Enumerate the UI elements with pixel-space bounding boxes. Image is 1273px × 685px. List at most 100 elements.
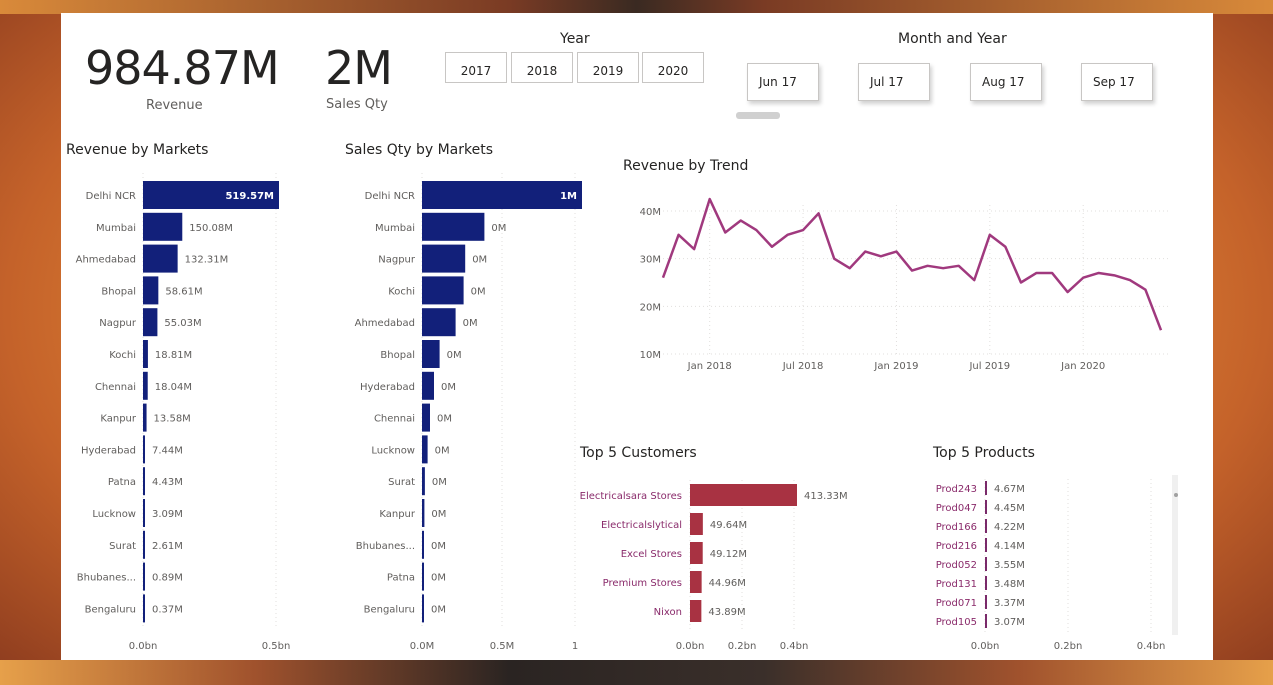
customer-bar-excel-stores [690,542,703,564]
bar-hyderabad [143,435,145,464]
customer-bar-electricalslytical [690,513,703,535]
customer-label-excel-stores: Excel Stores [621,549,682,560]
category-label-patna: Patna [108,477,136,488]
product-bar-prod071 [985,595,987,609]
data-label-kanpur: 13.58M [154,414,191,425]
bar-surat [143,530,145,559]
x-tick-0-0bn: 0.0bn [129,641,158,652]
customer-value-electricalslytical: 49.64M [710,520,747,531]
background-bottom [0,660,1273,685]
product-bar-prod243 [985,481,987,495]
category-label-chennai: Chennai [374,414,415,425]
x-tick-0-5m: 0.5M [490,641,515,652]
month-slicer-scrollbar[interactable] [736,112,780,119]
x-tick-1: 1 [572,641,578,652]
category-label-mumbai: Mumbai [96,223,136,234]
customer-bar-premium-stores [690,571,702,593]
x-tick-jan-2018: Jan 2018 [687,361,732,372]
year-option-2017[interactable]: 2017 [445,52,507,83]
data-label-chennai: 0M [437,414,452,425]
product-bar-prod047 [985,500,987,514]
bar-bengaluru [143,594,145,623]
top-products-title: Top 5 Products [933,445,1035,461]
product-value-prod071: 3.37M [994,598,1025,609]
year-option-2018[interactable]: 2018 [511,52,573,83]
year-option-2019[interactable]: 2019 [577,52,639,83]
customer-label-electricalslytical: Electricalslytical [601,520,682,531]
x-tick-0-0bn: 0.0bn [971,641,1000,652]
data-label-bengaluru: 0.37M [152,604,183,615]
bar-ahmedabad [143,244,178,273]
data-label-mumbai: 150.08M [189,223,233,234]
x-tick-jan-2020: Jan 2020 [1060,361,1105,372]
product-value-prod216: 4.14M [994,541,1025,552]
bar-kanpur [143,403,147,432]
y-tick-20m: 20M [640,302,661,313]
category-label-delhi-ncr: Delhi NCR [365,191,415,202]
data-label-bhubanes: 0M [431,541,446,552]
data-label-ahmedabad: 0M [463,318,478,329]
products-scrollbar[interactable] [1172,475,1178,635]
bar-surat [422,467,425,496]
revenue-kpi-value: 984.87M [85,41,280,95]
data-label-bhopal: 0M [447,350,462,361]
data-label-bhopal: 58.61M [165,286,202,297]
customer-value-excel-stores: 49.12M [710,549,747,560]
bar-patna [143,467,145,496]
data-label-lucknow: 0M [435,445,450,456]
month-option-sep-17[interactable]: Sep 17 [1081,63,1153,101]
product-value-prod047: 4.45M [994,503,1025,514]
data-label-nagpur: 0M [472,255,487,266]
category-label-lucknow: Lucknow [92,509,136,520]
bar-mumbai [143,212,183,241]
bar-chennai [143,371,148,400]
category-label-nagpur: Nagpur [378,255,416,266]
customer-value-nixon: 43.89M [708,607,745,618]
customer-label-premium-stores: Premium Stores [603,578,682,589]
x-tick-jul-2018: Jul 2018 [782,361,824,372]
bar-kochi [422,276,464,305]
year-slicer-title: Year [560,31,590,47]
category-label-surat: Surat [109,541,136,552]
product-bar-prod105 [985,614,987,628]
data-label-hyderabad: 7.44M [152,445,183,456]
category-label-ahmedabad: Ahmedabad [355,318,415,329]
month-option-jul-17[interactable]: Jul 17 [858,63,930,101]
bar-bhopal [422,340,440,368]
bar-nagpur [422,244,466,273]
month-slicer-title: Month and Year [898,31,1007,47]
product-label-prod243: Prod243 [936,484,977,495]
category-label-kochi: Kochi [109,350,136,361]
x-tick-jan-2019: Jan 2019 [873,361,918,372]
category-label-bengaluru: Bengaluru [85,604,136,615]
sales-qty-kpi-value: 2M [325,41,393,95]
revenue-by-trend-chart: 10M 20M 30M 40M Jan 2018 Jul 2018 Jan 2019 Jul … [640,197,1169,372]
product-bar-prod131 [985,576,987,590]
data-label-chennai: 18.04M [155,382,192,393]
x-tick-0-4bn: 0.4bn [1137,641,1166,652]
year-option-2020[interactable]: 2020 [642,52,704,83]
category-label-ahmedabad: Ahmedabad [76,255,136,266]
product-label-prod071: Prod071 [936,598,977,609]
product-label-prod216: Prod216 [936,541,977,552]
products-scroll-thumb[interactable] [1174,493,1178,497]
category-label-hyderabad: Hyderabad [81,445,136,456]
month-option-jun-17[interactable]: Jun 17 [747,63,819,101]
bar-bhopal [143,276,159,305]
product-label-prod105: Prod105 [936,617,977,628]
product-value-prod131: 3.48M [994,579,1025,590]
bar-bhubanes [422,530,424,559]
category-label-patna: Patna [387,573,415,584]
product-value-prod105: 3.07M [994,617,1025,628]
product-label-prod166: Prod166 [936,522,977,533]
bar-nagpur [143,308,158,337]
x-tick-0-2bn: 0.2bn [728,641,757,652]
category-label-nagpur: Nagpur [99,318,137,329]
data-label-delhi-ncr: 519.57M [225,191,274,202]
bar-lucknow [143,499,145,527]
data-label-kochi: 0M [471,286,486,297]
category-label-bengaluru: Bengaluru [364,604,415,615]
x-tick-0-2bn: 0.2bn [1054,641,1083,652]
category-label-hyderabad: Hyderabad [360,382,415,393]
month-option-aug-17[interactable]: Aug 17 [970,63,1042,101]
